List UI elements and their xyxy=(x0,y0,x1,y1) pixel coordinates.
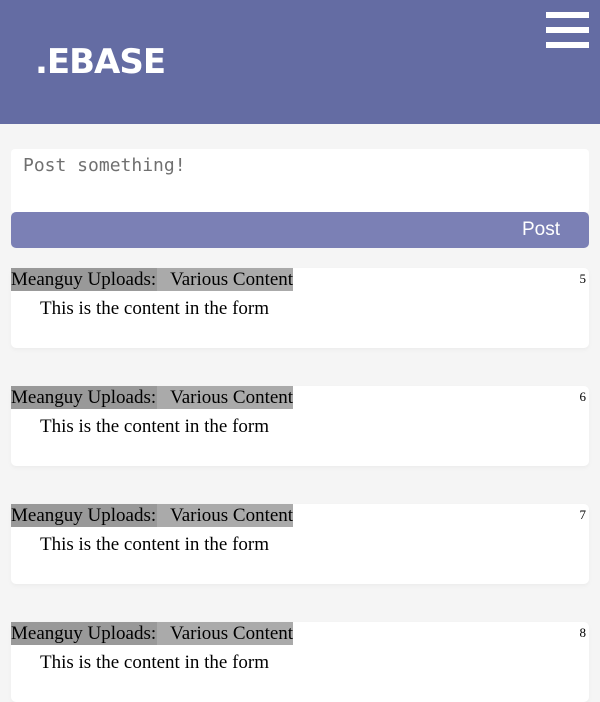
menu-bar xyxy=(546,42,589,48)
post-category[interactable]: Various Content xyxy=(157,622,294,645)
app-header: .EBASE xyxy=(0,0,600,124)
post-header: Meanguy Uploads: Various Content xyxy=(11,622,294,645)
post-card: Meanguy Uploads: Various Content 7 This … xyxy=(11,504,589,584)
post-author[interactable]: Meanguy Uploads: xyxy=(11,386,158,409)
post-header: Meanguy Uploads: Various Content xyxy=(11,268,294,291)
post-number: 8 xyxy=(579,625,587,640)
post-header: Meanguy Uploads: Various Content xyxy=(11,386,294,409)
post-number: 7 xyxy=(579,507,587,522)
post-author[interactable]: Meanguy Uploads: xyxy=(11,268,158,291)
post-category[interactable]: Various Content xyxy=(157,268,294,291)
post-author[interactable]: Meanguy Uploads: xyxy=(11,504,158,527)
menu-bar xyxy=(546,27,589,33)
post-card: Meanguy Uploads: Various Content 8 This … xyxy=(11,622,589,702)
post-button[interactable]: Post xyxy=(11,212,589,248)
post-category[interactable]: Various Content xyxy=(157,386,294,409)
post-category[interactable]: Various Content xyxy=(157,504,294,527)
post-header: Meanguy Uploads: Various Content xyxy=(11,504,294,527)
hamburger-menu-icon[interactable] xyxy=(546,12,589,48)
post-content: This is the content in the form xyxy=(40,416,270,437)
post-content: This is the content in the form xyxy=(40,652,270,673)
post-input[interactable] xyxy=(11,149,589,213)
post-number: 5 xyxy=(579,271,587,286)
menu-bar xyxy=(546,12,589,18)
post-author[interactable]: Meanguy Uploads: xyxy=(11,622,158,645)
post-card: Meanguy Uploads: Various Content 5 This … xyxy=(11,268,589,348)
post-content: This is the content in the form xyxy=(40,298,270,319)
post-content: This is the content in the form xyxy=(40,534,270,555)
app-logo[interactable]: .EBASE xyxy=(35,40,166,84)
post-card: Meanguy Uploads: Various Content 6 This … xyxy=(11,386,589,466)
post-number: 6 xyxy=(579,389,587,404)
